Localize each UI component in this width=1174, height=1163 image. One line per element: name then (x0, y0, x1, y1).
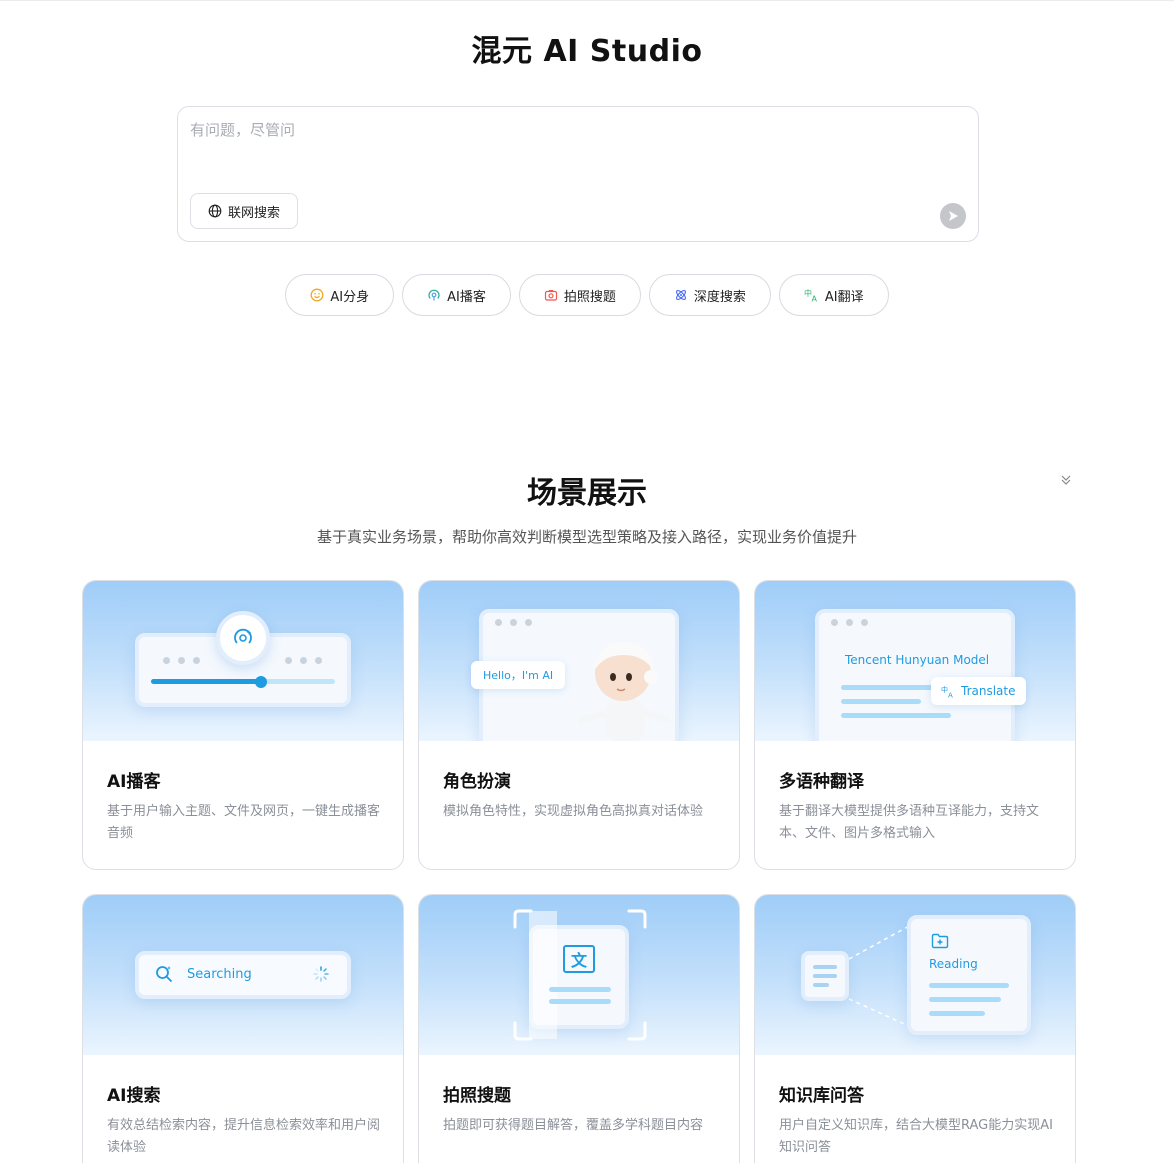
chip-label: 深度搜索 (693, 289, 746, 305)
scene-card-knowledge-qa[interactable]: Reading 知识库问答 用户自定义知识库，结合大模型RAG能力实现AI知识问… (754, 894, 1076, 1163)
translate-text: Translate (961, 684, 1016, 698)
chip-ai-avatar[interactable]: AI分身 (285, 274, 395, 316)
send-button[interactable] (940, 203, 966, 229)
podcast-badge (216, 611, 270, 665)
loading-spinner-icon (313, 966, 329, 982)
card-title: 角色扮演 (443, 772, 511, 792)
card-description: 基于翻译大模型提供多语种互译能力，支持文本、文件、图片多格式输入 (779, 804, 1040, 841)
chat-input-box[interactable]: 联网搜索 (177, 106, 979, 242)
greeting-text: Hello，I'm AI (483, 669, 554, 682)
card-illustration: Searching (83, 895, 403, 1055)
scene-card-ai-search[interactable]: Searching AI搜索 有效总结检索内容，提升信息检索效率和用户阅读体验 (82, 894, 404, 1163)
web-search-button[interactable]: 联网搜索 (190, 193, 299, 229)
card-description: 有效总结检索内容，提升信息检索效率和用户阅读体验 (107, 1118, 381, 1155)
model-name-text: Tencent Hunyuan Model (845, 653, 990, 667)
scenes-title: 场景展示 (527, 476, 647, 511)
scene-card-role-play[interactable]: Hello，I'm AI 角色扮演 模拟角色特性，实现虚拟角色高拟真对话体验 (418, 580, 740, 870)
chip-ai-podcast[interactable]: AI播客 (402, 274, 511, 316)
scenes-subtitle: 基于真实业务场景，帮助你高效判断模型选型策略及接入路径，实现业务价值提升 (316, 528, 857, 546)
scene-card-translation[interactable]: Tencent Hunyuan Model 中 A Translate 多语种翻… (754, 580, 1076, 870)
translate-icon: 中 A (941, 685, 953, 698)
card-description: 用户自定义知识库，结合大模型RAG能力实现AI知识问答 (779, 1118, 1053, 1155)
send-icon (949, 211, 958, 221)
recognized-char: 文 (570, 951, 587, 970)
top-divider (0, 0, 1174, 1)
greeting-bubble: Hello，I'm AI (471, 661, 566, 689)
chip-photo-search[interactable]: 拍照搜题 (518, 274, 641, 316)
card-illustration (83, 581, 403, 741)
card-title: 拍照搜题 (443, 1086, 511, 1106)
chip-ai-translate[interactable]: 中 A AI翻译 (778, 274, 889, 316)
podcast-icon (428, 289, 440, 301)
card-illustration: Hello，I'm AI (419, 581, 739, 741)
card-description: 模拟角色特性，实现虚拟角色高拟真对话体验 (443, 804, 704, 819)
progress-fill (151, 679, 262, 684)
page-title: 混元 AI Studio (471, 34, 703, 69)
chip-label: AI分身 (330, 289, 370, 305)
svg-text:A: A (811, 295, 817, 303)
camera-icon (544, 290, 557, 301)
card-illustration: Reading (755, 895, 1075, 1055)
scan-beam (529, 911, 557, 1039)
folder-icon (931, 933, 949, 949)
chip-label: AI翻译 (824, 289, 864, 305)
translate-chip: 中 A Translate (931, 677, 1026, 705)
card-title: 多语种翻译 (779, 772, 864, 792)
podcast-icon (234, 628, 252, 644)
svg-text:中: 中 (941, 685, 948, 694)
translate-icon: 中 A (804, 288, 818, 303)
globe-icon (208, 204, 222, 218)
card-title: AI搜索 (107, 1086, 161, 1106)
chip-deep-search[interactable]: 深度搜索 (648, 274, 771, 316)
scene-card-ai-podcast[interactable]: AI播客 基于用户输入主题、文件及网页，一键生成播客音频 (82, 580, 404, 870)
quick-actions: AI分身 AI播客 拍照搜题 深度搜索 中 A AI翻译 (0, 274, 1174, 316)
card-description: 拍题即可获得题目解答，覆盖多学科题目内容 (443, 1118, 704, 1133)
character-avatar (577, 642, 671, 741)
card-illustration: Tencent Hunyuan Model 中 A Translate (755, 581, 1075, 741)
chip-label: 拍照搜题 (563, 289, 616, 305)
svg-text:A: A (948, 691, 953, 698)
card-title: 知识库问答 (779, 1086, 864, 1106)
smile-icon (310, 288, 324, 302)
card-description: 基于用户输入主题、文件及网页，一键生成播客音频 (107, 804, 381, 841)
atom-icon (675, 290, 686, 300)
card-illustration: 文 (419, 895, 739, 1055)
chip-label: AI播客 (447, 289, 486, 305)
web-search-label: 联网搜索 (228, 205, 281, 221)
card-title: AI播客 (107, 772, 161, 792)
searching-text: Searching (187, 967, 252, 982)
search-icon (156, 966, 172, 982)
double-chevron-down-icon[interactable] (1058, 472, 1074, 488)
scene-card-photo-search[interactable]: 文 拍照搜题 拍题即可获得题目解答，覆盖多学科题目内容 (418, 894, 740, 1163)
reading-text: Reading (929, 957, 978, 971)
chat-input[interactable] (190, 119, 930, 179)
text-recognition-icon: 文 (563, 945, 595, 973)
